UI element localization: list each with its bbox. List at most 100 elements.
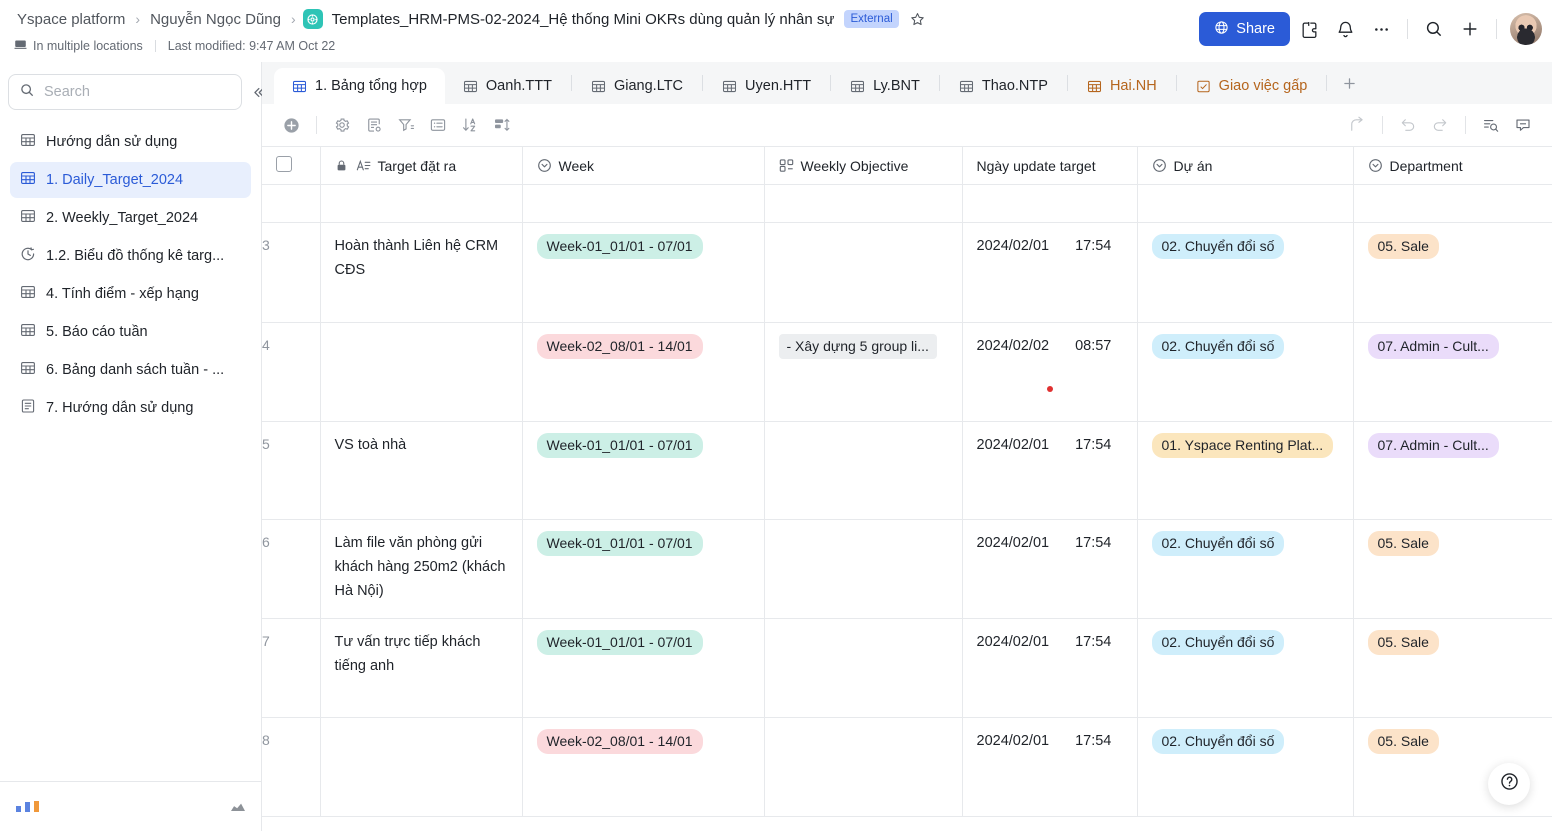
breadcrumb-item-user[interactable]: Nguyễn Ngọc Dũng [147,10,284,29]
find-replace-icon[interactable] [1476,110,1506,140]
cell-date[interactable]: 2024/02/01 17:54 [962,222,1138,323]
tab-giang-ltc[interactable]: Giang.LTC [573,68,701,104]
cell-project[interactable]: 02. Chuyển đổi số [1137,222,1354,323]
cell-department[interactable]: 07. Admin - Cult... [1353,421,1552,520]
comment-icon[interactable] [1508,110,1538,140]
help-button[interactable] [1488,763,1530,805]
cell-week[interactable]: Week-01_01/01 - 07/01 [522,222,765,323]
sidebar-item-bieu-do-thong-ke[interactable]: 1.2. Biểu đồ thống kê targ... [10,238,251,274]
cell-week[interactable]: Week-01_01/01 - 07/01 [522,519,765,619]
more-horizontal-icon[interactable] [1364,12,1398,46]
cell-date[interactable]: 2024/02/01 17:54 [962,717,1138,817]
table-row[interactable]: 6 Làm file văn phòng gửi khách hàng 250m… [262,519,1552,619]
sidebar-item-7-huong-dan-su-dung[interactable]: 7. Hướng dẫn sử dụng [10,390,251,426]
cell-project[interactable]: 02. Chuyển đổi số [1137,519,1354,619]
table-row[interactable]: 7 Tư vấn trực tiếp khách tiếng anh Week-… [262,618,1552,718]
cell-project[interactable] [1137,184,1354,223]
stats-icon[interactable] [16,801,39,812]
select-all-checkbox[interactable] [276,156,292,172]
cell-target[interactable]: Hoàn thành Liên hệ CRM CĐS [320,222,523,323]
tab-giao-viec-gap[interactable]: Giao việc gấp [1178,68,1326,104]
table-row-partial[interactable] [262,184,1552,223]
table-row[interactable]: 3 Hoàn thành Liên hệ CRM CĐS Week-01_01/… [262,222,1552,323]
cell-project[interactable]: 02. Chuyển đổi số [1137,618,1354,718]
cell-target[interactable]: Tư vấn trực tiếp khách tiếng anh [320,618,523,718]
cell-weekly-objective[interactable]: - Xây dựng 5 group li... [764,322,963,422]
undo-icon[interactable] [1393,110,1423,140]
table-row[interactable]: 8 Week-02_08/01 - 14/01 2024/02/01 17:54… [262,717,1552,817]
share-arrow-icon[interactable] [1342,110,1372,140]
cell-week[interactable]: Week-01_01/01 - 07/01 [522,618,765,718]
tab-uyen-htt[interactable]: Uyen.HTT [704,68,829,104]
cell-week[interactable] [522,184,765,223]
cell-project[interactable]: 02. Chuyển đổi số [1137,717,1354,817]
extensions-icon[interactable] [1292,12,1326,46]
tab-ly-bnt[interactable]: Ly.BNT [832,68,938,104]
add-sheet-button[interactable] [1332,66,1366,100]
cell-date[interactable]: 2024/02/01 17:54 [962,618,1138,718]
cell-department[interactable]: 07. Admin - Cult... [1353,322,1552,422]
plus-icon[interactable] [1453,12,1487,46]
cell-weekly-objective[interactable] [764,421,963,520]
column-header-ngay-update-target[interactable]: Ngày update target [962,146,1138,185]
share-button[interactable]: Share [1199,12,1290,46]
trend-icon[interactable] [231,803,245,811]
sidebar-item-bao-cao-tuan[interactable]: 5. Báo cáo tuần [10,314,251,350]
cell-date[interactable]: 2024/02/01 17:54 [962,519,1138,619]
cell-target[interactable]: VS toà nhà [320,421,523,520]
sort-az-icon[interactable] [455,110,485,140]
cell-weekly-objective[interactable] [764,184,963,223]
cell-target[interactable] [320,322,523,422]
search-input[interactable] [44,84,231,100]
cell-date[interactable] [962,184,1138,223]
field-config-icon[interactable] [423,110,453,140]
cell-weekly-objective[interactable] [764,222,963,323]
sidebar-item-tinh-diem-xep-hang[interactable]: 4. Tính điểm - xếp hạng [10,276,251,312]
cell-date[interactable]: 2024/02/02 08:57 [962,322,1138,422]
form-settings-icon[interactable] [359,110,389,140]
star-outline-icon[interactable] [909,11,926,28]
cell-department[interactable]: 05. Sale [1353,618,1552,718]
page-title[interactable]: Templates_HRM-PMS-02-2024_Hệ thống Mini … [332,11,835,28]
tab-hai-nh[interactable]: Hai.NH [1069,68,1175,104]
breadcrumb-item-workspace[interactable]: Yspace platform [14,10,128,29]
cell-week[interactable]: Week-02_08/01 - 14/01 [522,717,765,817]
cell-weekly-objective[interactable] [764,519,963,619]
sidebar-item-huong-dan-su-dung[interactable]: Hướng dẫn sử dụng [10,124,251,160]
settings-gear-icon[interactable] [327,110,357,140]
tab-bang-tong-hop[interactable]: 1. Bảng tổng hợp [274,68,445,104]
cell-week[interactable]: Week-01_01/01 - 07/01 [522,421,765,520]
cell-date[interactable]: 2024/02/01 17:54 [962,421,1138,520]
column-header-week[interactable]: Week [522,146,765,185]
grid-scroll-area[interactable]: Target đặt ra Week Weekly Objective Ngày… [262,146,1552,831]
tab-thao-ntp[interactable]: Thao.NTP [941,68,1066,104]
cell-target[interactable] [320,184,523,223]
filter-icon[interactable] [391,110,421,140]
cell-department[interactable] [1353,184,1552,223]
bell-icon[interactable] [1328,12,1362,46]
table-row[interactable]: 5 VS toà nhà Week-01_01/01 - 07/01 2024/… [262,421,1552,520]
column-header-weekly-objective[interactable]: Weekly Objective [764,146,963,185]
cell-target[interactable]: Làm file văn phòng gửi khách hàng 250m2 … [320,519,523,619]
cell-target[interactable] [320,717,523,817]
search-box[interactable] [8,74,242,110]
table-row[interactable]: 4 Week-02_08/01 - 14/01 - Xây dựng 5 gro… [262,322,1552,422]
sidebar-item-bang-danh-sach-tuan[interactable]: 6. Bảng danh sách tuần - ... [10,352,251,388]
cell-project[interactable]: 01. Yspace Renting Plat... [1137,421,1354,520]
group-icon[interactable] [487,110,517,140]
sidebar-item-weekly-target-2024[interactable]: 2. Weekly_Target_2024 [10,200,251,236]
sidebar-item-daily-target-2024[interactable]: 1. Daily_Target_2024 [10,162,251,198]
cell-weekly-objective[interactable] [764,618,963,718]
search-icon[interactable] [1417,12,1451,46]
avatar[interactable] [1510,13,1542,45]
cell-department[interactable]: 05. Sale [1353,222,1552,323]
add-record-icon[interactable] [276,110,306,140]
column-header-department[interactable]: Department [1353,146,1552,185]
redo-icon[interactable] [1425,110,1455,140]
cell-weekly-objective[interactable] [764,717,963,817]
tab-oanh-ttt[interactable]: Oanh.TTT [445,68,570,104]
column-header-target[interactable]: Target đặt ra [320,146,523,185]
cell-week[interactable]: Week-02_08/01 - 14/01 [522,322,765,422]
cell-department[interactable]: 05. Sale [1353,519,1552,619]
column-header-du-an[interactable]: Dự án [1137,146,1354,185]
